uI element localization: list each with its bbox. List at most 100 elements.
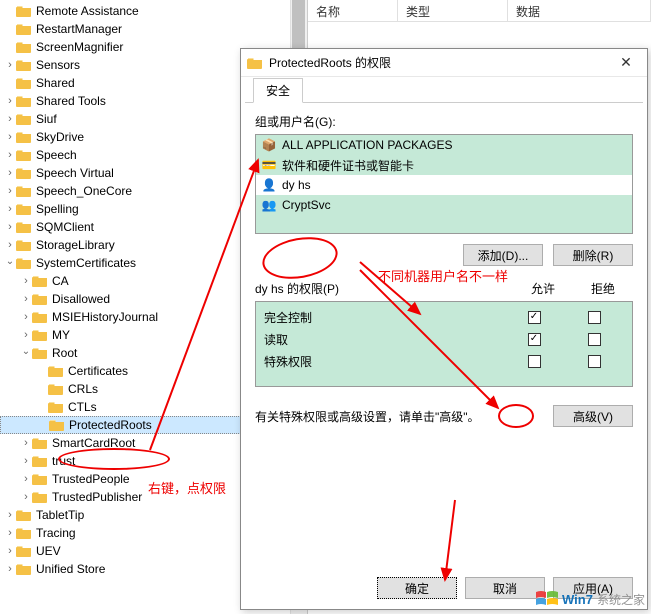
chevron-icon[interactable] bbox=[4, 59, 16, 71]
chevron-icon[interactable] bbox=[4, 527, 16, 539]
watermark-brand: Win7 bbox=[562, 592, 593, 607]
tree-label: SystemCertificates bbox=[36, 256, 136, 270]
folder-icon bbox=[16, 220, 32, 234]
tree-label: Remote Assistance bbox=[36, 4, 139, 18]
tree-label: SmartCardRoot bbox=[52, 436, 135, 450]
tree-label: Shared bbox=[36, 76, 75, 90]
user-item[interactable]: 💳软件和硬件证书或智能卡 bbox=[256, 155, 632, 175]
tree-item-restartmanager[interactable]: RestartManager bbox=[0, 20, 307, 38]
tree-label: CTLs bbox=[68, 400, 97, 414]
tree-label: Spelling bbox=[36, 202, 79, 216]
user-icon: 👥 bbox=[260, 197, 278, 213]
ok-button[interactable]: 确定 bbox=[377, 577, 457, 599]
list-header: 名称 类型 数据 bbox=[308, 0, 651, 22]
chevron-icon[interactable] bbox=[20, 293, 32, 305]
tree-label: Speech_OneCore bbox=[36, 184, 132, 198]
tree-label: Speech bbox=[36, 148, 77, 162]
chevron-icon[interactable] bbox=[20, 437, 32, 449]
chevron-icon[interactable] bbox=[20, 473, 32, 485]
tree-label: Speech Virtual bbox=[36, 166, 114, 180]
dialog-titlebar[interactable]: ProtectedRoots 的权限 ✕ bbox=[241, 49, 647, 77]
user-list[interactable]: 📦ALL APPLICATION PACKAGES💳软件和硬件证书或智能卡👤dy… bbox=[255, 134, 633, 234]
chevron-icon[interactable] bbox=[4, 185, 16, 197]
chevron-icon[interactable] bbox=[20, 491, 32, 503]
tree-label: MY bbox=[52, 328, 70, 342]
folder-icon bbox=[32, 436, 48, 450]
folder-icon bbox=[32, 454, 48, 468]
list-col-data[interactable]: 数据 bbox=[508, 0, 651, 21]
user-item[interactable]: 📦ALL APPLICATION PACKAGES bbox=[256, 135, 632, 155]
folder-icon bbox=[16, 130, 32, 144]
folder-icon bbox=[32, 328, 48, 342]
folder-icon bbox=[16, 544, 32, 558]
deny-checkbox[interactable] bbox=[588, 333, 601, 346]
folder-icon bbox=[16, 238, 32, 252]
chevron-icon[interactable] bbox=[4, 113, 16, 125]
folder-icon bbox=[16, 562, 32, 576]
tree-label: ScreenMagnifier bbox=[36, 40, 123, 54]
folder-icon bbox=[16, 202, 32, 216]
folder-icon bbox=[16, 184, 32, 198]
folder-icon bbox=[48, 364, 64, 378]
chevron-icon[interactable] bbox=[20, 329, 32, 341]
tree-label: CRLs bbox=[68, 382, 98, 396]
chevron-icon[interactable] bbox=[4, 258, 16, 269]
folder-icon bbox=[48, 400, 64, 414]
list-col-name[interactable]: 名称 bbox=[308, 0, 398, 21]
tree-label: TrustedPublisher bbox=[52, 490, 142, 504]
chevron-icon[interactable] bbox=[4, 221, 16, 233]
folder-icon bbox=[16, 4, 32, 18]
allow-checkbox[interactable] bbox=[528, 333, 541, 346]
watermark-suffix: 系统之家 bbox=[597, 591, 645, 608]
remove-button[interactable]: 删除(R) bbox=[553, 244, 633, 266]
chevron-icon[interactable] bbox=[4, 509, 16, 521]
chevron-icon[interactable] bbox=[4, 563, 16, 575]
folder-icon bbox=[32, 346, 48, 360]
allow-checkbox[interactable] bbox=[528, 355, 541, 368]
user-item[interactable]: 👤dy hs bbox=[256, 175, 632, 195]
folder-icon bbox=[16, 94, 32, 108]
chevron-icon[interactable] bbox=[20, 455, 32, 467]
deny-checkbox[interactable] bbox=[588, 355, 601, 368]
chevron-icon[interactable] bbox=[4, 203, 16, 215]
chevron-icon[interactable] bbox=[20, 348, 32, 359]
chevron-icon[interactable] bbox=[4, 239, 16, 251]
folder-icon bbox=[16, 256, 32, 270]
advanced-button[interactable]: 高级(V) bbox=[553, 405, 633, 427]
dialog-body: 组或用户名(G): 📦ALL APPLICATION PACKAGES💳软件和硬… bbox=[241, 103, 647, 437]
tree-label: MSIEHistoryJournal bbox=[52, 310, 158, 324]
deny-checkbox[interactable] bbox=[588, 311, 601, 324]
chevron-icon[interactable] bbox=[4, 167, 16, 179]
tab-security[interactable]: 安全 bbox=[253, 78, 303, 103]
col-deny: 拒绝 bbox=[573, 280, 633, 297]
chevron-icon[interactable] bbox=[4, 149, 16, 161]
list-col-type[interactable]: 类型 bbox=[398, 0, 508, 21]
chevron-icon[interactable] bbox=[4, 131, 16, 143]
tree-label: Siuf bbox=[36, 112, 57, 126]
col-allow: 允许 bbox=[513, 280, 573, 297]
allow-checkbox[interactable] bbox=[528, 311, 541, 324]
tree-label: Certificates bbox=[68, 364, 128, 378]
permission-row: 特殊权限 bbox=[256, 350, 632, 372]
chevron-icon[interactable] bbox=[4, 545, 16, 557]
close-icon[interactable]: ✕ bbox=[611, 54, 641, 71]
chevron-icon[interactable] bbox=[20, 275, 32, 287]
user-item[interactable]: 👥 CryptSvc bbox=[256, 195, 632, 215]
user-name: CryptSvc bbox=[282, 198, 331, 212]
user-name: ALL APPLICATION PACKAGES bbox=[282, 138, 453, 152]
chevron-icon[interactable] bbox=[20, 311, 32, 323]
dialog-title: ProtectedRoots 的权限 bbox=[269, 54, 611, 71]
folder-icon bbox=[32, 274, 48, 288]
tree-scroll-thumb[interactable] bbox=[292, 0, 305, 50]
folder-icon bbox=[247, 56, 263, 70]
user-icon: 👤 bbox=[260, 177, 278, 193]
permission-name: 特殊权限 bbox=[264, 353, 504, 370]
watermark: Win7 系统之家 bbox=[536, 590, 645, 608]
folder-icon bbox=[16, 526, 32, 540]
add-button[interactable]: 添加(D)... bbox=[463, 244, 543, 266]
cancel-button[interactable]: 取消 bbox=[465, 577, 545, 599]
tree-item-remote-assistance[interactable]: Remote Assistance bbox=[0, 2, 307, 20]
chevron-icon[interactable] bbox=[4, 95, 16, 107]
group-users-label: 组或用户名(G): bbox=[255, 113, 633, 130]
tree-label: trust bbox=[52, 454, 75, 468]
